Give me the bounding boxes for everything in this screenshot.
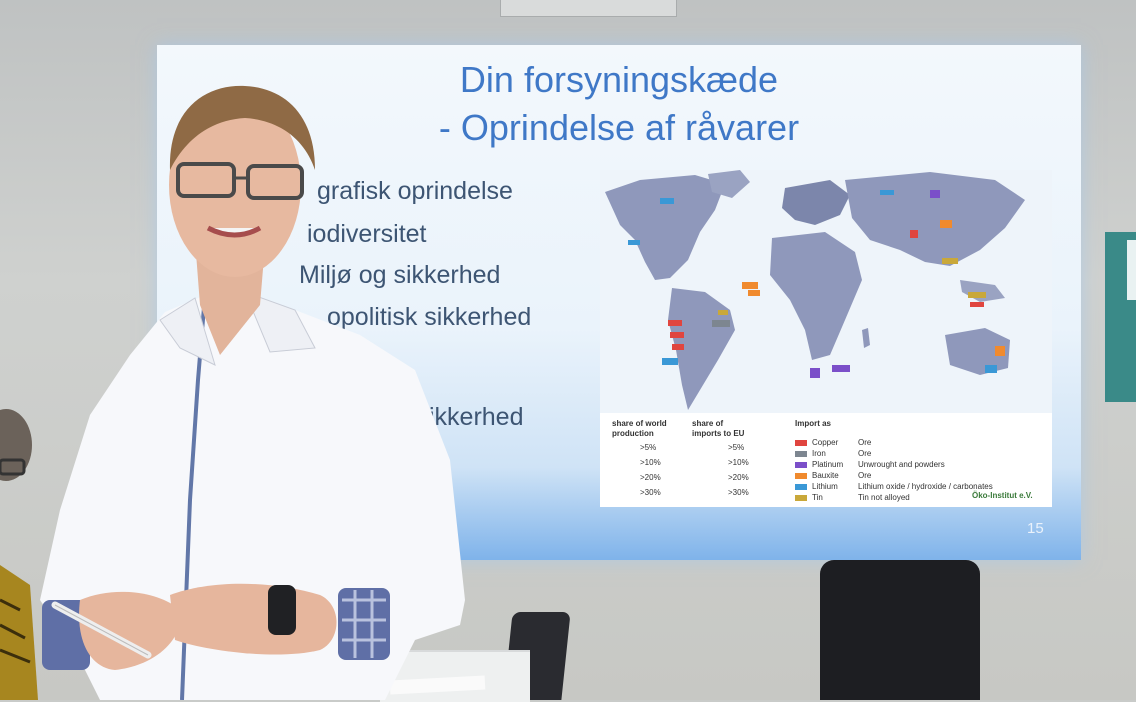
legend-import-header: Import as: [795, 419, 832, 428]
legend-eu-threshold: >20%: [728, 473, 749, 482]
slide-page-number: 15: [1027, 520, 1044, 537]
legend-eu-threshold: >30%: [728, 488, 749, 497]
legend-swatch-tin: [795, 495, 807, 501]
office-chair: [820, 560, 980, 700]
legend-world-threshold: >30%: [640, 488, 661, 497]
legend-eu-threshold: >10%: [728, 458, 749, 467]
legend-world-threshold: >5%: [640, 443, 657, 452]
legend-eu-threshold: >5%: [728, 443, 745, 452]
legend-form: Unwrought and powders: [858, 460, 945, 469]
legend-world-header-2: production: [612, 429, 654, 438]
legend-world-header-1: share of world: [612, 419, 667, 428]
legend-swatch-platinum: [795, 462, 807, 468]
legend-material: Tin: [812, 493, 823, 502]
legend-material: Lithium: [812, 482, 838, 491]
legend-world-threshold: >20%: [640, 473, 661, 482]
presenter: [40, 85, 465, 700]
legend-eu-header-2: imports to EU: [692, 429, 745, 438]
legend-form: Lithium oxide / hydroxide / carbonates: [858, 482, 993, 491]
legend-form: Ore: [858, 449, 872, 458]
source-logo-text: Öko-Institut e.V.: [972, 491, 1033, 500]
legend-swatch-iron: [795, 451, 807, 457]
legend-form: Ore: [858, 438, 872, 447]
legend-eu-header-1: share of: [692, 419, 724, 428]
legend-form: Tin not alloyed: [858, 493, 910, 502]
legend-swatch-bauxite: [795, 473, 807, 479]
map-legend: share of world production share of impor…: [600, 413, 1052, 507]
legend-material: Iron: [812, 449, 826, 458]
legend-swatch-copper: [795, 440, 807, 446]
legend-form: Ore: [858, 471, 872, 480]
ceiling-light-fixture: [500, 0, 677, 17]
legend-swatch-lithium: [795, 484, 807, 490]
legend-material: Platinum: [812, 460, 844, 469]
legend-world-threshold: >10%: [640, 458, 661, 467]
legend-material: Bauxite: [812, 471, 839, 480]
legend-material: Copper: [812, 438, 839, 447]
wall-panel: [1105, 232, 1136, 402]
